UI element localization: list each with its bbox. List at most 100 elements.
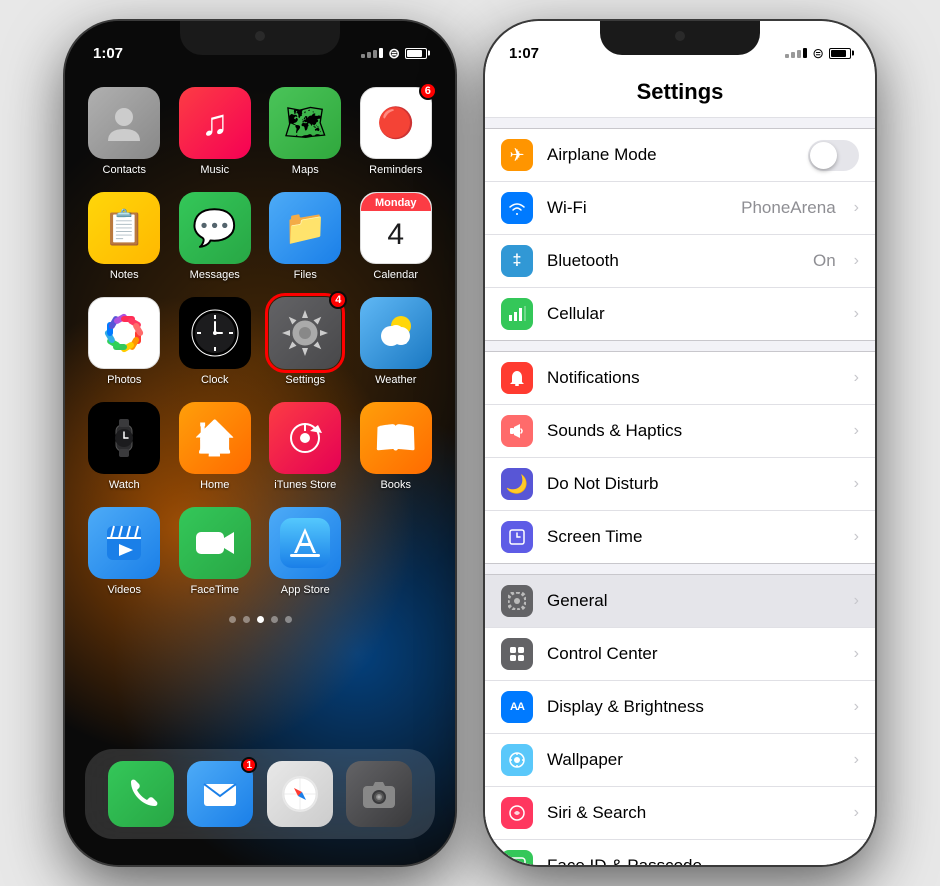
settings-badge: 4 [329,291,347,309]
settings-nav-bar: Settings [485,71,875,118]
app-settings[interactable]: 4 Settings [268,297,343,386]
page-dots [65,616,455,623]
row-wifi[interactable]: Wi-Fi PhoneArena › [485,182,875,235]
signal-icon [361,48,383,58]
donotdisturb-chevron: › [854,475,859,493]
row-screentime[interactable]: Screen Time › [485,511,875,563]
screentime-chevron: › [854,528,859,546]
settings-title: Settings [501,79,859,105]
faceid-chevron: › [854,857,859,865]
wallpaper-icon [501,744,533,776]
row-donotdisturb[interactable]: 🌙 Do Not Disturb › [485,458,875,511]
displaybrightness-label: Display & Brightness [547,697,840,717]
wallpaper-label: Wallpaper [547,750,840,770]
app-weather[interactable]: Weather [359,297,434,386]
airplane-toggle[interactable] [808,140,859,171]
donotdisturb-icon: 🌙 [501,468,533,500]
settings-section-general: General › Control Center › AA Display & … [485,574,875,865]
row-general[interactable]: General › [485,575,875,628]
notifications-chevron: › [854,369,859,387]
battery-icon-settings [829,48,851,59]
faceid-icon [501,850,533,865]
dock-camera[interactable] [346,761,412,827]
iphone-settings: 1:07 ⊜ Settings [485,21,875,865]
dock-safari[interactable] [267,761,333,827]
general-chevron: › [854,592,859,610]
bluetooth-value: On [813,251,836,271]
row-notifications[interactable]: Notifications › [485,352,875,405]
app-books[interactable]: 📖 Books [359,402,434,491]
row-wallpaper[interactable]: Wallpaper › [485,734,875,787]
notifications-label: Notifications [547,368,840,388]
app-videos[interactable]: Videos [87,507,162,596]
dock-phone[interactable] [108,761,174,827]
app-appstore[interactable]: App Store [268,507,343,596]
sirisearch-label: Siri & Search [547,803,840,823]
app-watch[interactable]: Watch [87,402,162,491]
app-maps[interactable]: 🗺 Maps [268,87,343,176]
status-bar-settings: 1:07 ⊜ [485,21,875,71]
screentime-label: Screen Time [547,527,840,547]
app-itunes[interactable]: iTunes Store [268,402,343,491]
calendar-header: Monday [361,193,431,211]
row-displaybrightness[interactable]: AA Display & Brightness › [485,681,875,734]
status-icons: ⊜ [361,45,427,62]
status-bar-home: 1:07 ⊜ [65,21,455,71]
page-dot-3 [257,616,264,623]
status-icons-settings: ⊜ [785,45,851,62]
wifi-chevron: › [854,199,859,217]
bluetooth-chevron: › [854,252,859,270]
iphone-home: 1:07 ⊜ [65,21,455,865]
general-icon [501,585,533,617]
app-grid: Contacts ♫ Music 🗺 Maps 🔴 [65,75,455,608]
wifi-icon: ⊜ [388,45,400,62]
row-controlcenter[interactable]: Control Center › [485,628,875,681]
bluetooth-icon: ‡ [501,245,533,277]
controlcenter-chevron: › [854,645,859,663]
cellular-icon [501,298,533,330]
app-calendar[interactable]: Monday 4 Calendar [359,192,434,281]
dock-mail[interactable]: 1 [187,761,253,827]
app-messages[interactable]: 💬 Messages [178,192,253,281]
time-display: 1:07 [93,45,123,62]
battery-icon [405,48,427,59]
donotdisturb-label: Do Not Disturb [547,474,840,494]
app-clock[interactable]: Clock [178,297,253,386]
cellular-chevron: › [854,305,859,323]
wifi-value: PhoneArena [741,198,836,218]
app-home[interactable]: 🏠 Home [178,402,253,491]
airplane-label: Airplane Mode [547,145,794,165]
page-dot-5 [285,616,292,623]
sounds-label: Sounds & Haptics [547,421,840,441]
displaybrightness-chevron: › [854,698,859,716]
airplane-icon: ✈ [501,139,533,171]
row-cellular[interactable]: Cellular › [485,288,875,340]
displaybrightness-icon: AA [501,691,533,723]
settings-screen: 1:07 ⊜ Settings [485,21,875,865]
settings-section-network: ✈ Airplane Mode Wi-Fi PhoneArena › [485,128,875,341]
sirisearch-icon [501,797,533,829]
wallpaper-chevron: › [854,751,859,769]
row-sounds[interactable]: Sounds & Haptics › [485,405,875,458]
row-sirisearch[interactable]: Siri & Search › [485,787,875,840]
sounds-chevron: › [854,422,859,440]
page-dot-1 [229,616,236,623]
app-files[interactable]: 📁 Files [268,192,343,281]
wifi-row-icon [501,192,533,224]
app-facetime[interactable]: FaceTime [178,507,253,596]
app-music[interactable]: ♫ Music [178,87,253,176]
app-reminders[interactable]: 🔴 6 Reminders [359,87,434,176]
reminders-badge: 6 [419,82,437,100]
app-contacts[interactable]: Contacts [87,87,162,176]
page-dot-2 [243,616,250,623]
row-airplane[interactable]: ✈ Airplane Mode [485,129,875,182]
row-bluetooth[interactable]: ‡ Bluetooth On › [485,235,875,288]
faceid-label: Face ID & Passcode [547,856,840,865]
app-photos[interactable]: Photos [87,297,162,386]
settings-section-notifications: Notifications › Sounds & Haptics › 🌙 Do … [485,351,875,564]
sounds-icon [501,415,533,447]
row-faceid[interactable]: Face ID & Passcode › [485,840,875,865]
wifi-icon-settings: ⊜ [812,45,824,62]
app-notes[interactable]: 📋 Notes [87,192,162,281]
dock: 1 [85,749,435,839]
